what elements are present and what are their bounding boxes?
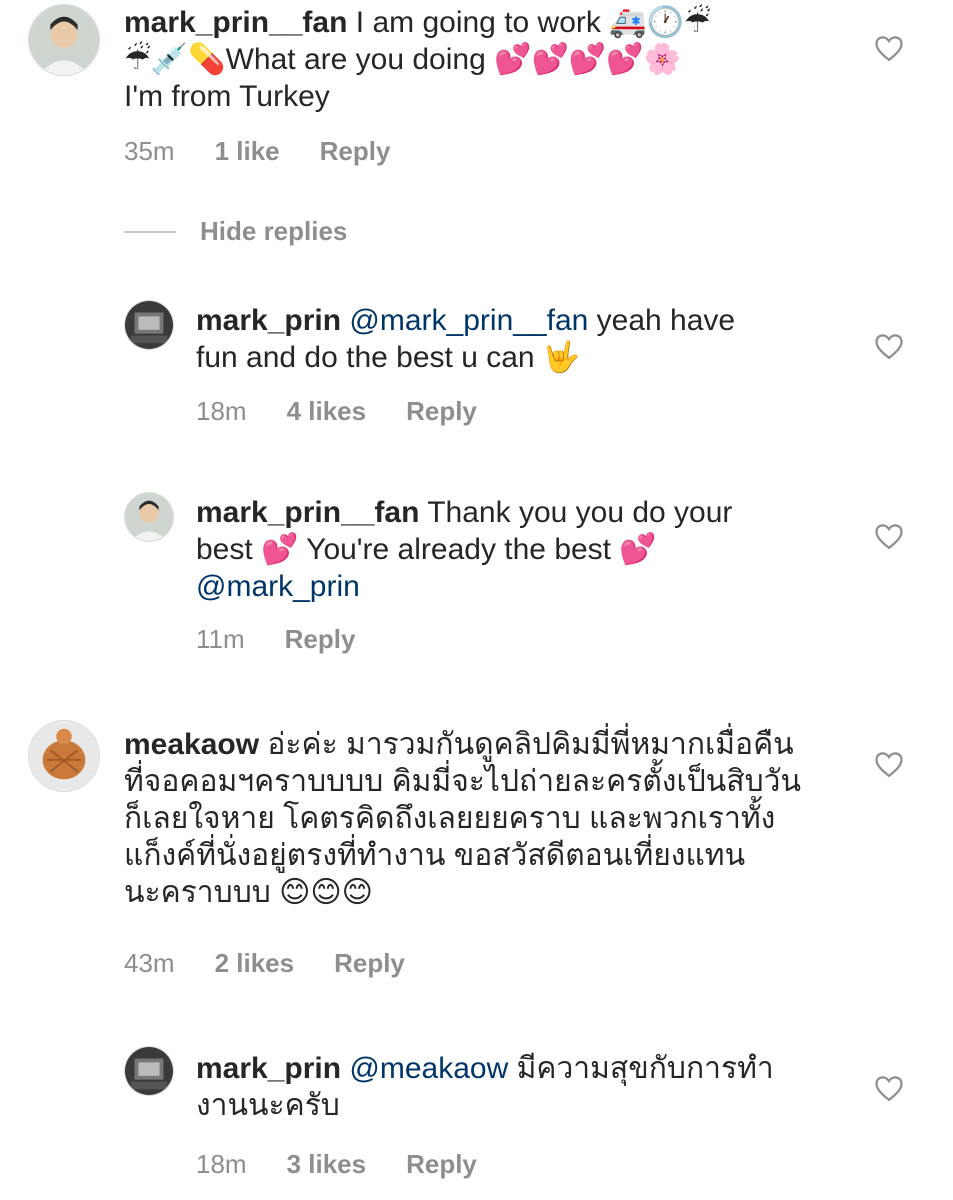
mention-link[interactable]: @meakaow <box>349 1052 508 1085</box>
comment-username[interactable]: mark_prin <box>196 304 341 337</box>
comment-username[interactable]: mark_prin__fan <box>196 496 419 529</box>
heart-outline-icon[interactable] <box>874 1074 904 1102</box>
comment-username[interactable]: mark_prin <box>196 1052 341 1085</box>
mention-link[interactable]: @mark_prin__fan <box>349 304 588 337</box>
reply-button[interactable]: Reply <box>320 136 391 167</box>
avatar[interactable] <box>28 720 100 792</box>
reply-text: mark_prin__fan Thank you you do your bes… <box>196 496 733 603</box>
avatar[interactable] <box>124 492 174 542</box>
comment-meta: 18m 3 likes Reply <box>196 1149 477 1180</box>
comment-meta: 43m 2 likes Reply <box>124 948 405 979</box>
avatar[interactable] <box>28 4 100 76</box>
heart-outline-icon[interactable] <box>874 34 904 62</box>
heart-outline-icon[interactable] <box>874 522 904 550</box>
comment-meta: 18m 4 likes Reply <box>196 396 477 427</box>
comment-time: 35m <box>124 136 175 166</box>
reply-button[interactable]: Reply <box>285 624 356 655</box>
likes-count[interactable]: 3 likes <box>287 1149 367 1180</box>
comment-text: meakaow อ่ะค่ะ มารวมกันดูคลิปคิมมี่พี่หม… <box>124 728 801 909</box>
likes-count[interactable]: 2 likes <box>215 948 295 979</box>
comment-username[interactable]: meakaow <box>124 728 259 761</box>
divider-line <box>124 230 176 233</box>
reply-button[interactable]: Reply <box>334 948 405 979</box>
comment-time: 11m <box>196 624 245 654</box>
avatar[interactable] <box>124 300 174 350</box>
avatar[interactable] <box>124 1046 174 1096</box>
heart-outline-icon[interactable] <box>874 750 904 778</box>
comment-time: 18m <box>196 396 247 426</box>
comment-meta: 35m 1 like Reply <box>124 136 390 167</box>
reply-button[interactable]: Reply <box>406 1149 477 1180</box>
reply-button[interactable]: Reply <box>406 396 477 427</box>
comment-time: 18m <box>196 1149 247 1179</box>
comment-time: 43m <box>124 948 175 978</box>
likes-count[interactable]: 4 likes <box>287 396 367 427</box>
reply-text: mark_prin @mark_prin__fan yeah have fun … <box>196 304 736 374</box>
reply-text: mark_prin @meakaow มีความสุขกับการทำ งาน… <box>196 1052 774 1122</box>
comment-username[interactable]: mark_prin__fan <box>124 6 347 39</box>
likes-count[interactable]: 1 like <box>215 136 280 167</box>
comment-text: mark_prin__fan I am going to work 🚑🕐☔ ☔💉… <box>124 6 711 113</box>
heart-outline-icon[interactable] <box>874 332 904 360</box>
mention-link[interactable]: @mark_prin <box>196 570 360 603</box>
hide-replies-button[interactable]: Hide replies <box>124 216 347 247</box>
comment-meta: 11m Reply <box>196 624 355 655</box>
